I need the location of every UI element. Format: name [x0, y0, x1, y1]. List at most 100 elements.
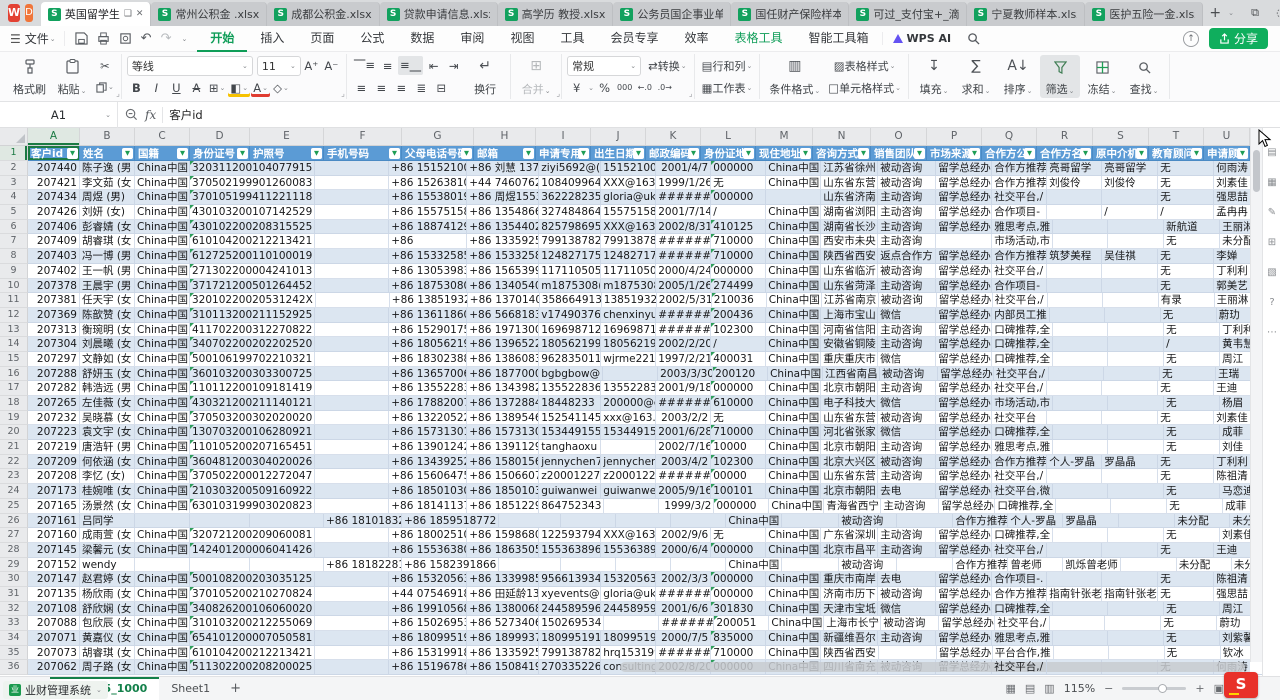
row-header-25[interactable]: 25	[0, 499, 28, 514]
cell[interactable]: 无	[1161, 308, 1217, 323]
rows-cols-button[interactable]: ▤ 行和列⌄	[700, 56, 755, 75]
header-cell[interactable]: 护照号▼	[250, 146, 324, 161]
cell[interactable]: wjrme221@	[601, 352, 656, 367]
cell[interactable]: +86 1335925706	[467, 234, 539, 249]
justify-icon[interactable]: ≣	[412, 78, 431, 97]
column-header-B[interactable]: B	[80, 128, 135, 146]
cell[interactable]: 370502200012272047	[190, 469, 315, 484]
cell[interactable]: 110105200207165451	[190, 440, 315, 455]
cell[interactable]	[499, 514, 561, 529]
column-header-U[interactable]: U	[1204, 128, 1250, 146]
cut-button[interactable]: ✂	[94, 56, 116, 75]
header-cell[interactable]: 现住地址▼	[756, 146, 813, 161]
cell[interactable]: +86 1533258500	[467, 249, 539, 264]
cell[interactable]: 无	[1164, 484, 1220, 499]
cell[interactable]: 社交平台,/	[993, 293, 1048, 308]
cell[interactable]: 207434	[28, 190, 80, 205]
cell[interactable]: ########	[656, 396, 711, 411]
cell[interactable]	[499, 558, 561, 573]
merge-center-icon[interactable]: ⊟	[432, 78, 451, 97]
cell[interactable]: 天津市宝坻	[821, 602, 878, 617]
row-header-1[interactable]: 1	[0, 146, 28, 161]
cell[interactable]: 陕西省西安	[821, 646, 879, 661]
fill-button[interactable]: ↧ 填充⌄	[914, 55, 954, 98]
cell[interactable]: /	[711, 205, 766, 220]
cell[interactable]	[1103, 293, 1159, 308]
row-header-9[interactable]: 9	[0, 264, 28, 279]
cell[interactable]: 310113200211152925	[190, 308, 315, 323]
cell[interactable]: 被动咨询	[878, 161, 936, 176]
cell[interactable]: 207409	[28, 234, 80, 249]
cell[interactable]	[315, 352, 389, 367]
increase-font-icon[interactable]: A⁺	[302, 57, 321, 76]
cell[interactable]: China中国	[135, 469, 190, 484]
cell[interactable]	[1109, 646, 1165, 661]
cell[interactable]: 无	[1158, 279, 1214, 294]
menu-tab-公式[interactable]: 公式	[347, 26, 397, 52]
underline-button[interactable]: U	[167, 78, 186, 97]
cell[interactable]	[315, 396, 389, 411]
cell[interactable]: 新航道	[1164, 220, 1220, 235]
row-header-5[interactable]: 5	[0, 205, 28, 220]
cell[interactable]: 唐浩轩 (男	[80, 440, 135, 455]
cell[interactable]: 陕西省西安	[821, 249, 878, 264]
cell[interactable]: +86 13220522	[389, 411, 467, 426]
cell[interactable]: 指南针张老	[1047, 587, 1102, 602]
cell[interactable]: 返点合作方	[878, 249, 936, 264]
tab-preview-icon[interactable]: ❑	[124, 9, 132, 19]
cell[interactable]: 152541145	[539, 411, 601, 426]
row-header-10[interactable]: 10	[0, 279, 28, 294]
menu-tab-视图[interactable]: 视图	[497, 26, 547, 52]
cell[interactable]: 124827175	[539, 249, 601, 264]
column-header-A[interactable]: A	[28, 128, 80, 146]
menu-tab-开始[interactable]: 开始	[197, 26, 247, 52]
cell[interactable]: China中国	[135, 646, 190, 661]
cell[interactable]: 135522836	[539, 381, 601, 396]
cell[interactable]: 被动咨询	[878, 176, 936, 191]
save-icon[interactable]	[75, 32, 88, 45]
cell[interactable]: 何依涵 (女	[80, 455, 135, 470]
column-header-D[interactable]: D	[190, 128, 250, 146]
cell[interactable]: 湖南省长沙	[821, 220, 878, 235]
cell[interactable]: 成雨萱 (女	[80, 528, 135, 543]
row-header-26[interactable]: 26	[0, 514, 28, 529]
cell[interactable]: +86 13657006	[389, 367, 467, 382]
cell[interactable]: 北京市昌平	[821, 543, 878, 558]
cell[interactable]	[315, 602, 389, 617]
cell[interactable]	[1047, 469, 1102, 484]
cell[interactable]: 留学总经办	[936, 455, 992, 470]
cell[interactable]: 留学总经办	[936, 396, 992, 411]
cell[interactable]: 无	[1164, 528, 1220, 543]
cell[interactable]: China中国	[766, 176, 821, 191]
cell[interactable]: /	[1102, 205, 1158, 220]
cell[interactable]	[315, 367, 389, 382]
cell[interactable]: 207426	[28, 205, 80, 220]
cell-settings-icon[interactable]: ▦	[1263, 177, 1280, 188]
cell[interactable]: 杨欣雨 (女	[80, 587, 135, 602]
cell[interactable]: 710000	[711, 646, 766, 661]
row-header-35[interactable]: 35	[0, 646, 28, 661]
row-header-27[interactable]: 27	[0, 528, 28, 543]
cell[interactable]: 371721200501264452	[190, 279, 315, 294]
cell[interactable]: 留学总经办	[936, 484, 992, 499]
cell[interactable]: 207145	[28, 543, 80, 558]
cell[interactable]	[616, 558, 671, 573]
worksheet-button[interactable]: ▦ 工作表⌄	[700, 78, 755, 97]
cell[interactable]: 无	[1164, 425, 1220, 440]
cell[interactable]: 500108200203035125	[190, 572, 315, 587]
menu-tab-工具[interactable]: 工具	[547, 26, 597, 52]
cell[interactable]: 340826200106060020	[190, 602, 315, 617]
cell[interactable]	[315, 337, 389, 352]
cell[interactable]: China中国	[135, 337, 190, 352]
cell[interactable]: 100101	[711, 484, 766, 499]
cell[interactable]: 口碑推荐,全	[992, 323, 1053, 338]
cell[interactable]	[1053, 440, 1108, 455]
cell[interactable]: China中国	[726, 558, 782, 573]
cell[interactable]: 留学总经办	[936, 381, 992, 396]
file-tab[interactable]: S英国留学生❑✕	[41, 2, 152, 26]
cell[interactable]: 主动咨询	[881, 499, 939, 514]
cell[interactable]	[1102, 264, 1158, 279]
number-dialog-launcher-icon[interactable]: ⌟	[689, 89, 693, 98]
menu-tab-页面[interactable]: 页面	[297, 26, 347, 52]
cell[interactable]: +86 15332585	[389, 249, 467, 264]
